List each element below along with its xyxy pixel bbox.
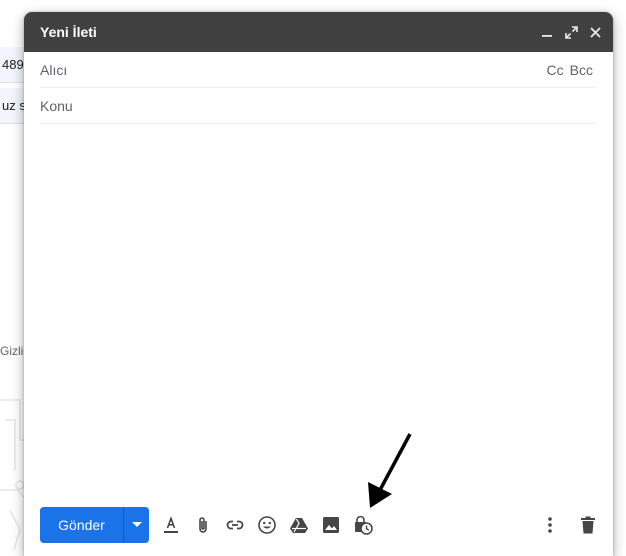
more-options-icon[interactable] <box>538 513 562 537</box>
minimize-icon[interactable] <box>539 24 555 40</box>
subject-row <box>40 88 597 124</box>
toolbar-right <box>538 513 600 537</box>
format-text-icon[interactable] <box>159 513 183 537</box>
send-button-group: Gönder <box>40 507 149 543</box>
expand-icon[interactable] <box>563 24 579 40</box>
subject-input[interactable] <box>40 97 597 114</box>
cc-bcc-links: Cc Bcc <box>547 62 593 78</box>
compose-toolbar: Gönder <box>40 507 600 543</box>
formatting-tools <box>159 513 375 537</box>
emoji-icon[interactable] <box>255 513 279 537</box>
trash-icon[interactable] <box>576 513 600 537</box>
compose-title: Yeni İleti <box>40 24 97 40</box>
close-icon[interactable] <box>587 24 603 40</box>
confidential-mode-icon[interactable] <box>351 513 375 537</box>
image-icon[interactable] <box>319 513 343 537</box>
compose-window: Yeni İleti Cc Bcc Gönd <box>24 12 613 556</box>
recipients-input[interactable] <box>40 61 547 78</box>
chevron-down-icon <box>131 522 142 527</box>
drive-icon[interactable] <box>287 513 311 537</box>
compose-header: Yeni İleti <box>24 12 613 52</box>
compose-header-actions <box>539 24 603 40</box>
recipients-row: Cc Bcc <box>40 52 597 88</box>
cc-link[interactable]: Cc <box>547 62 564 78</box>
send-button[interactable]: Gönder <box>40 507 124 543</box>
annotation-arrow <box>368 433 412 508</box>
send-options-button[interactable] <box>124 507 149 543</box>
bcc-link[interactable]: Bcc <box>570 62 593 78</box>
attach-icon[interactable] <box>191 513 215 537</box>
background-label: Gizli <box>0 344 24 358</box>
link-icon[interactable] <box>223 513 247 537</box>
message-body[interactable] <box>40 128 597 498</box>
